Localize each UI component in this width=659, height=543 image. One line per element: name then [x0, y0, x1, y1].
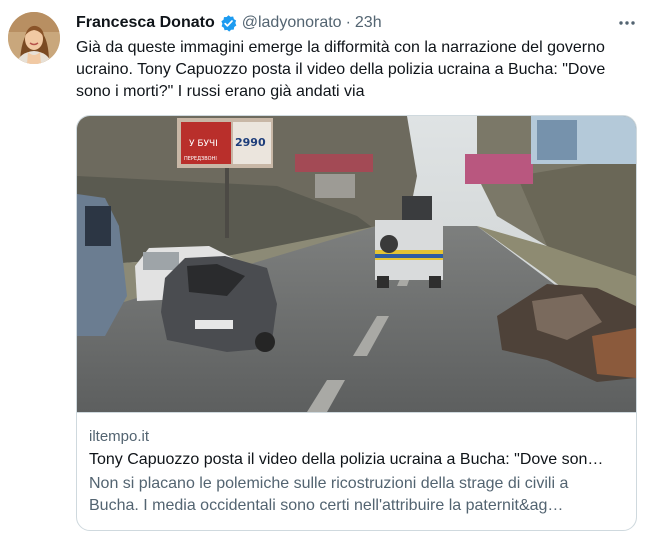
card-image[interactable]: У БУЧІ 2990 ПЕРЕДЗВОНІ [77, 116, 636, 413]
road-scene-image: У БУЧІ 2990 ПЕРЕДЗВОНІ [77, 116, 636, 412]
card-description-line-1: Non si placano le polemiche sulle ricost… [89, 475, 569, 492]
card-description-line-2: Bucha. I media occidentali sono certi ne… [89, 497, 564, 514]
more-options-button[interactable] [614, 12, 640, 34]
avatar[interactable] [8, 12, 60, 64]
more-horizontal-icon [619, 21, 635, 25]
billboard-price: 2990 [235, 136, 266, 149]
card-description: Non si placano le polemiche sulle ricost… [89, 473, 624, 517]
card-domain: iltempo.it [89, 428, 150, 445]
avatar-photo [8, 12, 60, 64]
verified-badge-icon [221, 14, 237, 32]
tweet-timestamp[interactable]: 23h [355, 14, 382, 32]
tweet-text: Già da queste immagini emerge la difform… [76, 39, 606, 100]
card-meta: iltempo.it Tony Capuozzo posta il video … [89, 427, 624, 517]
billboard-text-1: У БУЧІ [189, 139, 218, 149]
card-title: Tony Capuozzo posta il video della poliz… [89, 451, 604, 468]
dot-separator: · [345, 14, 351, 31]
author-handle[interactable]: @ladyonorato [242, 14, 342, 32]
tweet[interactable]: Francesca Donato @ladyonorato · 23h Già … [0, 0, 659, 543]
author-name[interactable]: Francesca Donato [76, 14, 215, 32]
tweet-header: Francesca Donato @ladyonorato · 23h [76, 12, 382, 34]
billboard-text-2: ПЕРЕДЗВОНІ [184, 156, 217, 162]
link-card[interactable]: У БУЧІ 2990 ПЕРЕДЗВОНІ iltempo.it Tony C… [76, 115, 637, 531]
